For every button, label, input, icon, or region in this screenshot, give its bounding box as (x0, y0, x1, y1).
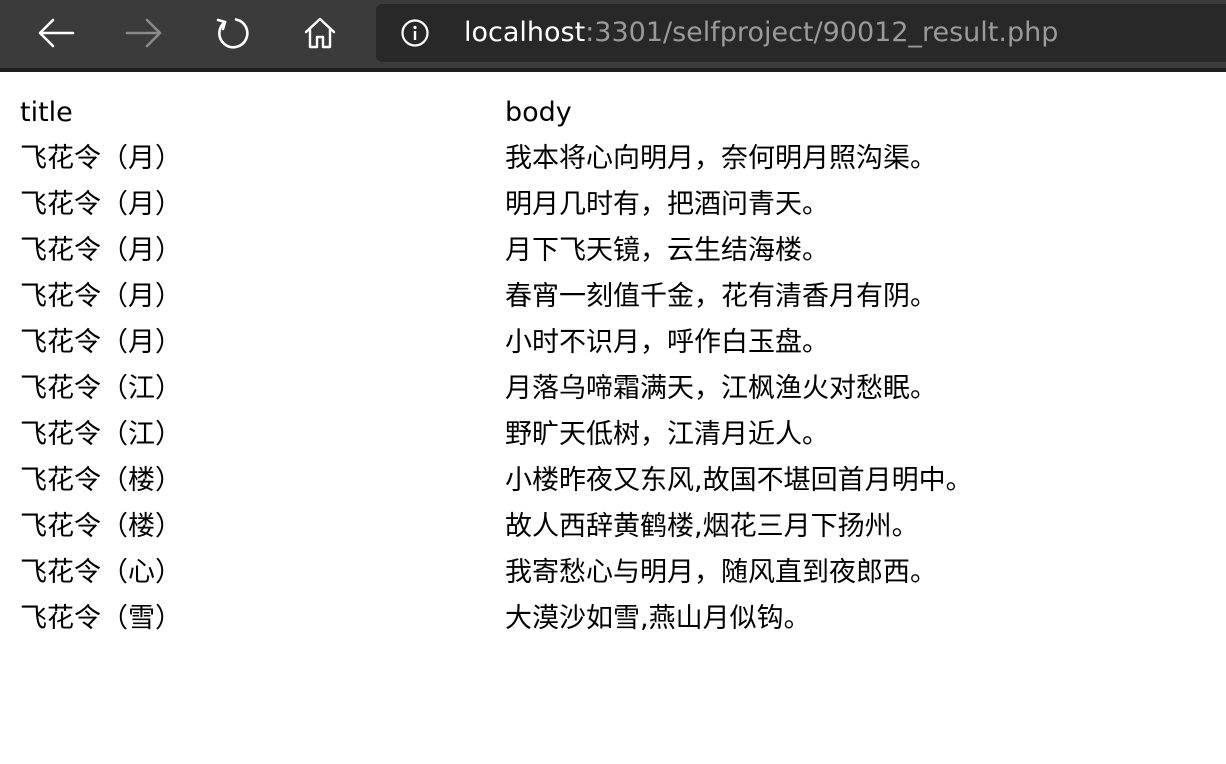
table-row: 飞花令（江） 野旷天低树，江清月近人。 (20, 412, 973, 458)
address-bar[interactable]: localhost:3301/selfproject/90012_result.… (376, 4, 1226, 62)
cell-title: 飞花令（月） (20, 189, 182, 220)
column-header-body: body (505, 97, 572, 128)
forward-button[interactable] (120, 10, 168, 56)
column-header-title: title (20, 97, 73, 128)
cell-body: 我寄愁心与明月，随风直到夜郎西。 (505, 557, 937, 588)
url-path: :3301/selfproject/90012_result.php (585, 17, 1059, 48)
cell-title: 飞花令（心） (20, 557, 182, 588)
home-button[interactable] (296, 10, 344, 56)
cell-title: 飞花令（月） (20, 281, 182, 312)
table-row: 飞花令（月） 春宵一刻值千金，花有清香月有阴。 (20, 274, 973, 320)
table-row: 飞花令（月） 月下飞天镜，云生结海楼。 (20, 228, 973, 274)
cell-body: 大漠沙如雪,燕山月似钩。 (505, 603, 811, 634)
cell-body: 月落乌啼霜满天，江枫渔火对愁眠。 (505, 373, 937, 404)
url-host: localhost (464, 17, 586, 48)
back-button[interactable] (32, 10, 80, 56)
refresh-button[interactable] (208, 10, 256, 56)
cell-body: 我本将心向明月，奈何明月照沟渠。 (505, 143, 937, 174)
table-row: 飞花令（楼） 故人西辞黄鹤楼,烟花三月下扬州。 (20, 504, 973, 550)
cell-title: 飞花令（楼） (20, 465, 182, 496)
cell-title: 飞花令（江） (20, 373, 182, 404)
table-row: 飞花令（月） 明月几时有，把酒问青天。 (20, 182, 973, 228)
cell-title: 飞花令（月） (20, 327, 182, 358)
url-text[interactable]: localhost:3301/selfproject/90012_result.… (464, 14, 1058, 52)
cell-body: 明月几时有，把酒问青天。 (505, 189, 829, 220)
table-row: 飞花令（江） 月落乌啼霜满天，江枫渔火对愁眠。 (20, 366, 973, 412)
results-table: title body 飞花令（月） 我本将心向明月，奈何明月照沟渠。 飞花令（月… (20, 90, 973, 642)
home-icon (304, 17, 336, 49)
table-row: 飞花令（雪） 大漠沙如雪,燕山月似钩。 (20, 596, 973, 642)
cell-title: 飞花令（雪） (20, 603, 182, 634)
table-row: 飞花令（月） 小时不识月，呼作白玉盘。 (20, 320, 973, 366)
table-row: 飞花令（楼） 小楼昨夜又东风,故国不堪回首月明中。 (20, 458, 973, 504)
cell-title: 飞花令（月） (20, 143, 182, 174)
refresh-icon (216, 18, 249, 49)
cell-title: 飞花令（楼） (20, 511, 182, 542)
cell-body: 故人西辞黄鹤楼,烟花三月下扬州。 (505, 511, 919, 542)
cell-body: 小楼昨夜又东风,故国不堪回首月明中。 (505, 465, 973, 496)
cell-body: 野旷天低树，江清月近人。 (505, 419, 829, 450)
table-header-row: title body (20, 90, 973, 136)
cell-title: 飞花令（江） (20, 419, 182, 450)
cell-body: 春宵一刻值千金，花有清香月有阴。 (505, 281, 937, 312)
browser-toolbar: localhost:3301/selfproject/90012_result.… (0, 0, 1226, 72)
cell-body: 小时不识月，呼作白玉盘。 (505, 327, 829, 358)
info-icon[interactable] (400, 18, 430, 48)
cell-title: 飞花令（月） (20, 235, 182, 266)
table-row: 飞花令（心） 我寄愁心与明月，随风直到夜郎西。 (20, 550, 973, 596)
cell-body: 月下飞天镜，云生结海楼。 (505, 235, 829, 266)
page-content: title body 飞花令（月） 我本将心向明月，奈何明月照沟渠。 飞花令（月… (20, 90, 1210, 642)
back-arrow-icon (38, 18, 75, 48)
table-row: 飞花令（月） 我本将心向明月，奈何明月照沟渠。 (20, 136, 973, 182)
forward-arrow-icon (125, 18, 162, 48)
